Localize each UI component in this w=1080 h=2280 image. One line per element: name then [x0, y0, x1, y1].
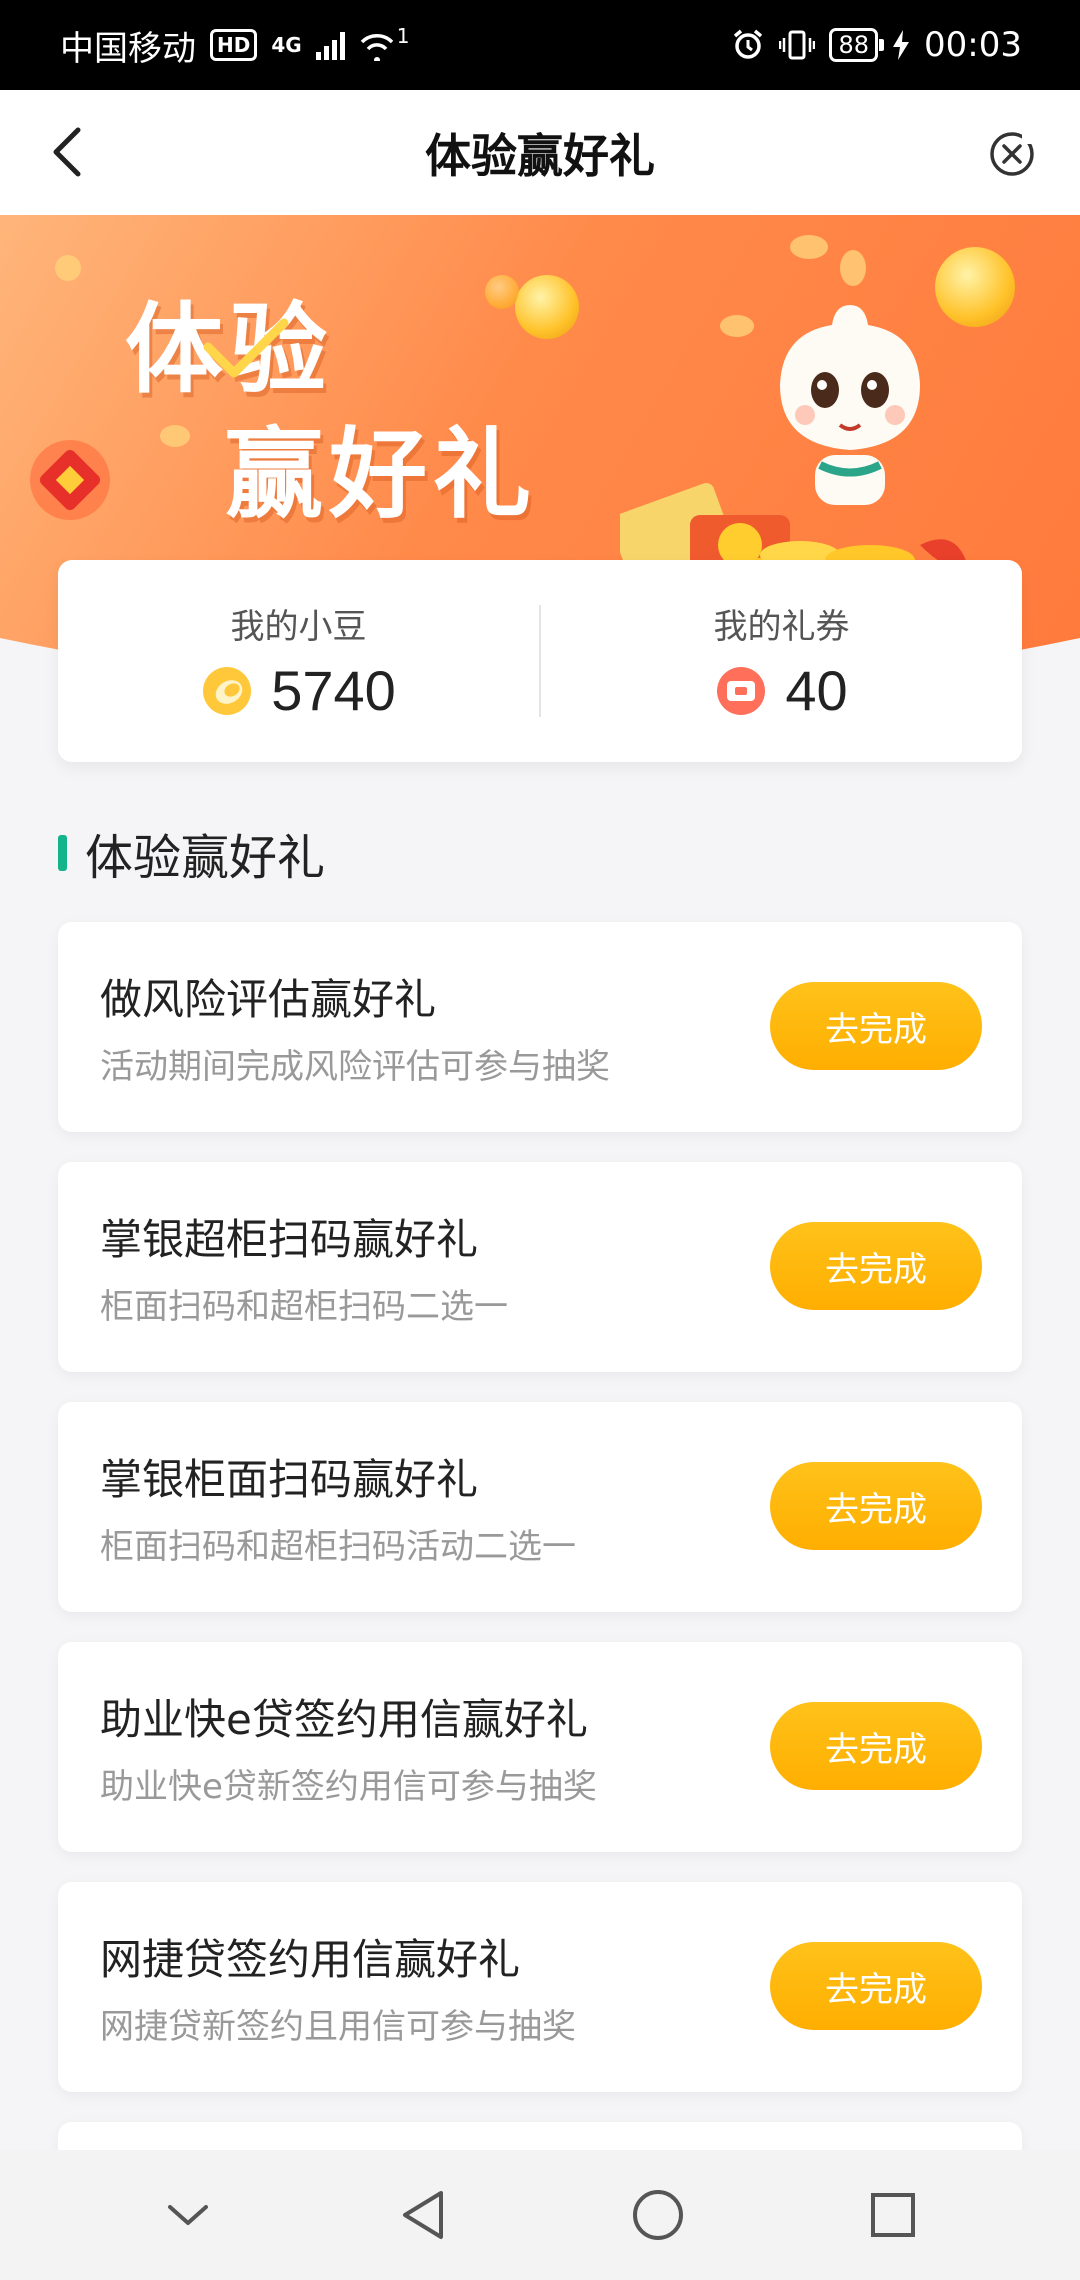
decorative-bean: [840, 250, 866, 286]
coupon-icon: [717, 666, 766, 715]
go-complete-button[interactable]: 去完成: [770, 1222, 982, 1310]
charging-icon: [893, 30, 910, 60]
battery-icon: 88: [829, 28, 884, 62]
back-key[interactable]: [383, 2175, 463, 2255]
coupons-value: 40: [785, 659, 848, 722]
home-key[interactable]: [618, 2175, 698, 2255]
system-nav-bar: [0, 2150, 1080, 2280]
task-card: 助业快e贷签约用信赢好礼 助业快e贷新签约用信可参与抽奖 去完成: [58, 1642, 1022, 1852]
beans-value: 5740: [271, 659, 396, 722]
task-desc: 柜面扫码和超柜扫码活动二选一: [100, 1527, 576, 1567]
status-bar: 中国移动 HD 4G 1 88 00:03: [0, 0, 1080, 90]
beans-value-row: 5740: [201, 658, 396, 723]
coupons-value-row: 40: [715, 658, 848, 723]
circle-home-icon: [632, 2190, 683, 2240]
task-texts: 做风险评估赢好礼 活动期间完成风险评估可参与抽奖: [100, 966, 610, 1088]
coupons-stat[interactable]: 我的礼券 40: [541, 599, 1022, 723]
task-title: 做风险评估赢好礼: [100, 975, 437, 1024]
decorative-bean: [720, 315, 754, 337]
task-card: 网捷贷签约用信赢好礼 网捷贷新签约且用信可参与抽奖 去完成: [58, 1882, 1022, 2092]
beans-label: 我的小豆: [230, 607, 367, 647]
go-complete-button[interactable]: 去完成: [770, 1702, 982, 1790]
task-card: 做风险评估赢好礼 活动期间完成风险评估可参与抽奖 去完成: [58, 922, 1022, 1132]
task-desc: 网捷贷新签约且用信可参与抽奖: [100, 2007, 576, 2047]
recents-key[interactable]: [853, 2175, 933, 2255]
task-title: 网捷贷签约用信赢好礼: [100, 1935, 521, 1984]
task-card: 掌银超柜扫码赢好礼 柜面扫码和超柜扫码二选一 去完成: [58, 1162, 1022, 1372]
square-recents-icon: [870, 2193, 915, 2237]
close-icon[interactable]: [984, 126, 1040, 182]
section-title: 体验赢好礼: [85, 830, 326, 886]
status-left: 中国移动 HD 4G 1: [60, 21, 409, 70]
wifi-badge: 1: [396, 24, 410, 48]
task-card: 掌银柜面扫码赢好礼 柜面扫码和超柜扫码活动二选一 去完成: [58, 1402, 1022, 1612]
go-complete-button[interactable]: 去完成: [770, 1462, 982, 1550]
page-title: 体验赢好礼: [425, 128, 655, 183]
bean-coin-icon: [203, 666, 252, 715]
task-title: 掌银柜面扫码赢好礼: [100, 1455, 479, 1504]
carrier-name: 中国移动: [60, 28, 196, 69]
back-icon[interactable]: [40, 122, 100, 182]
alarm-icon: [734, 29, 763, 59]
decorative-bean: [55, 255, 81, 281]
task-list: 做风险评估赢好礼 活动期间完成风险评估可参与抽奖 去完成 掌银超柜扫码赢好礼 柜…: [58, 922, 1022, 2212]
coupons-label: 我的礼券: [713, 607, 850, 647]
vibrate-icon: [779, 30, 816, 60]
triangle-back-icon: [402, 2191, 443, 2239]
collapse-key[interactable]: [148, 2175, 228, 2255]
coin-icon: [935, 247, 1015, 327]
red-packet-icon: [30, 440, 110, 520]
decorative-bean: [790, 235, 828, 259]
coin-icon: [515, 275, 579, 339]
task-texts: 助业快e贷签约用信赢好礼 助业快e贷新签约用信可参与抽奖: [100, 1686, 597, 1808]
section-accent-bar: [58, 835, 67, 871]
task-desc: 柜面扫码和超柜扫码二选一: [100, 1287, 508, 1327]
go-complete-button[interactable]: 去完成: [770, 1942, 982, 2030]
go-complete-button[interactable]: 去完成: [770, 982, 982, 1070]
banner-title-line2: 赢好礼: [225, 417, 538, 532]
task-texts: 掌银柜面扫码赢好礼 柜面扫码和超柜扫码活动二选一: [100, 1446, 576, 1568]
wifi-icon: [360, 34, 393, 61]
mascot-illustration: [780, 305, 920, 505]
task-texts: 掌银超柜扫码赢好礼 柜面扫码和超柜扫码二选一: [100, 1206, 508, 1328]
chevron-down-icon: [167, 2205, 208, 2225]
signal-icon: [315, 30, 345, 60]
status-right: 88 00:03: [731, 25, 1022, 65]
stats-card: 我的小豆 5740 我的礼券 40: [58, 560, 1022, 762]
task-desc: 活动期间完成风险评估可参与抽奖: [100, 1047, 610, 1087]
coin-icon: [485, 275, 519, 309]
beans-stat[interactable]: 我的小豆 5740: [58, 599, 539, 723]
task-title: 助业快e贷签约用信赢好礼: [100, 1695, 588, 1744]
network-type: 4G: [271, 33, 302, 57]
decorative-bean: [160, 425, 190, 447]
nav-bar: 体验赢好礼: [0, 90, 1080, 215]
task-texts: 网捷贷签约用信赢好礼 网捷贷新签约且用信可参与抽奖: [100, 1926, 576, 2048]
clock: 00:03: [924, 25, 1022, 65]
task-desc: 助业快e贷新签约用信可参与抽奖: [100, 1767, 597, 1807]
section-heading: 体验赢好礼: [58, 818, 325, 888]
task-title: 掌银超柜扫码赢好礼: [100, 1215, 479, 1264]
check-icon: [203, 318, 289, 378]
hd-icon: HD: [210, 29, 258, 61]
